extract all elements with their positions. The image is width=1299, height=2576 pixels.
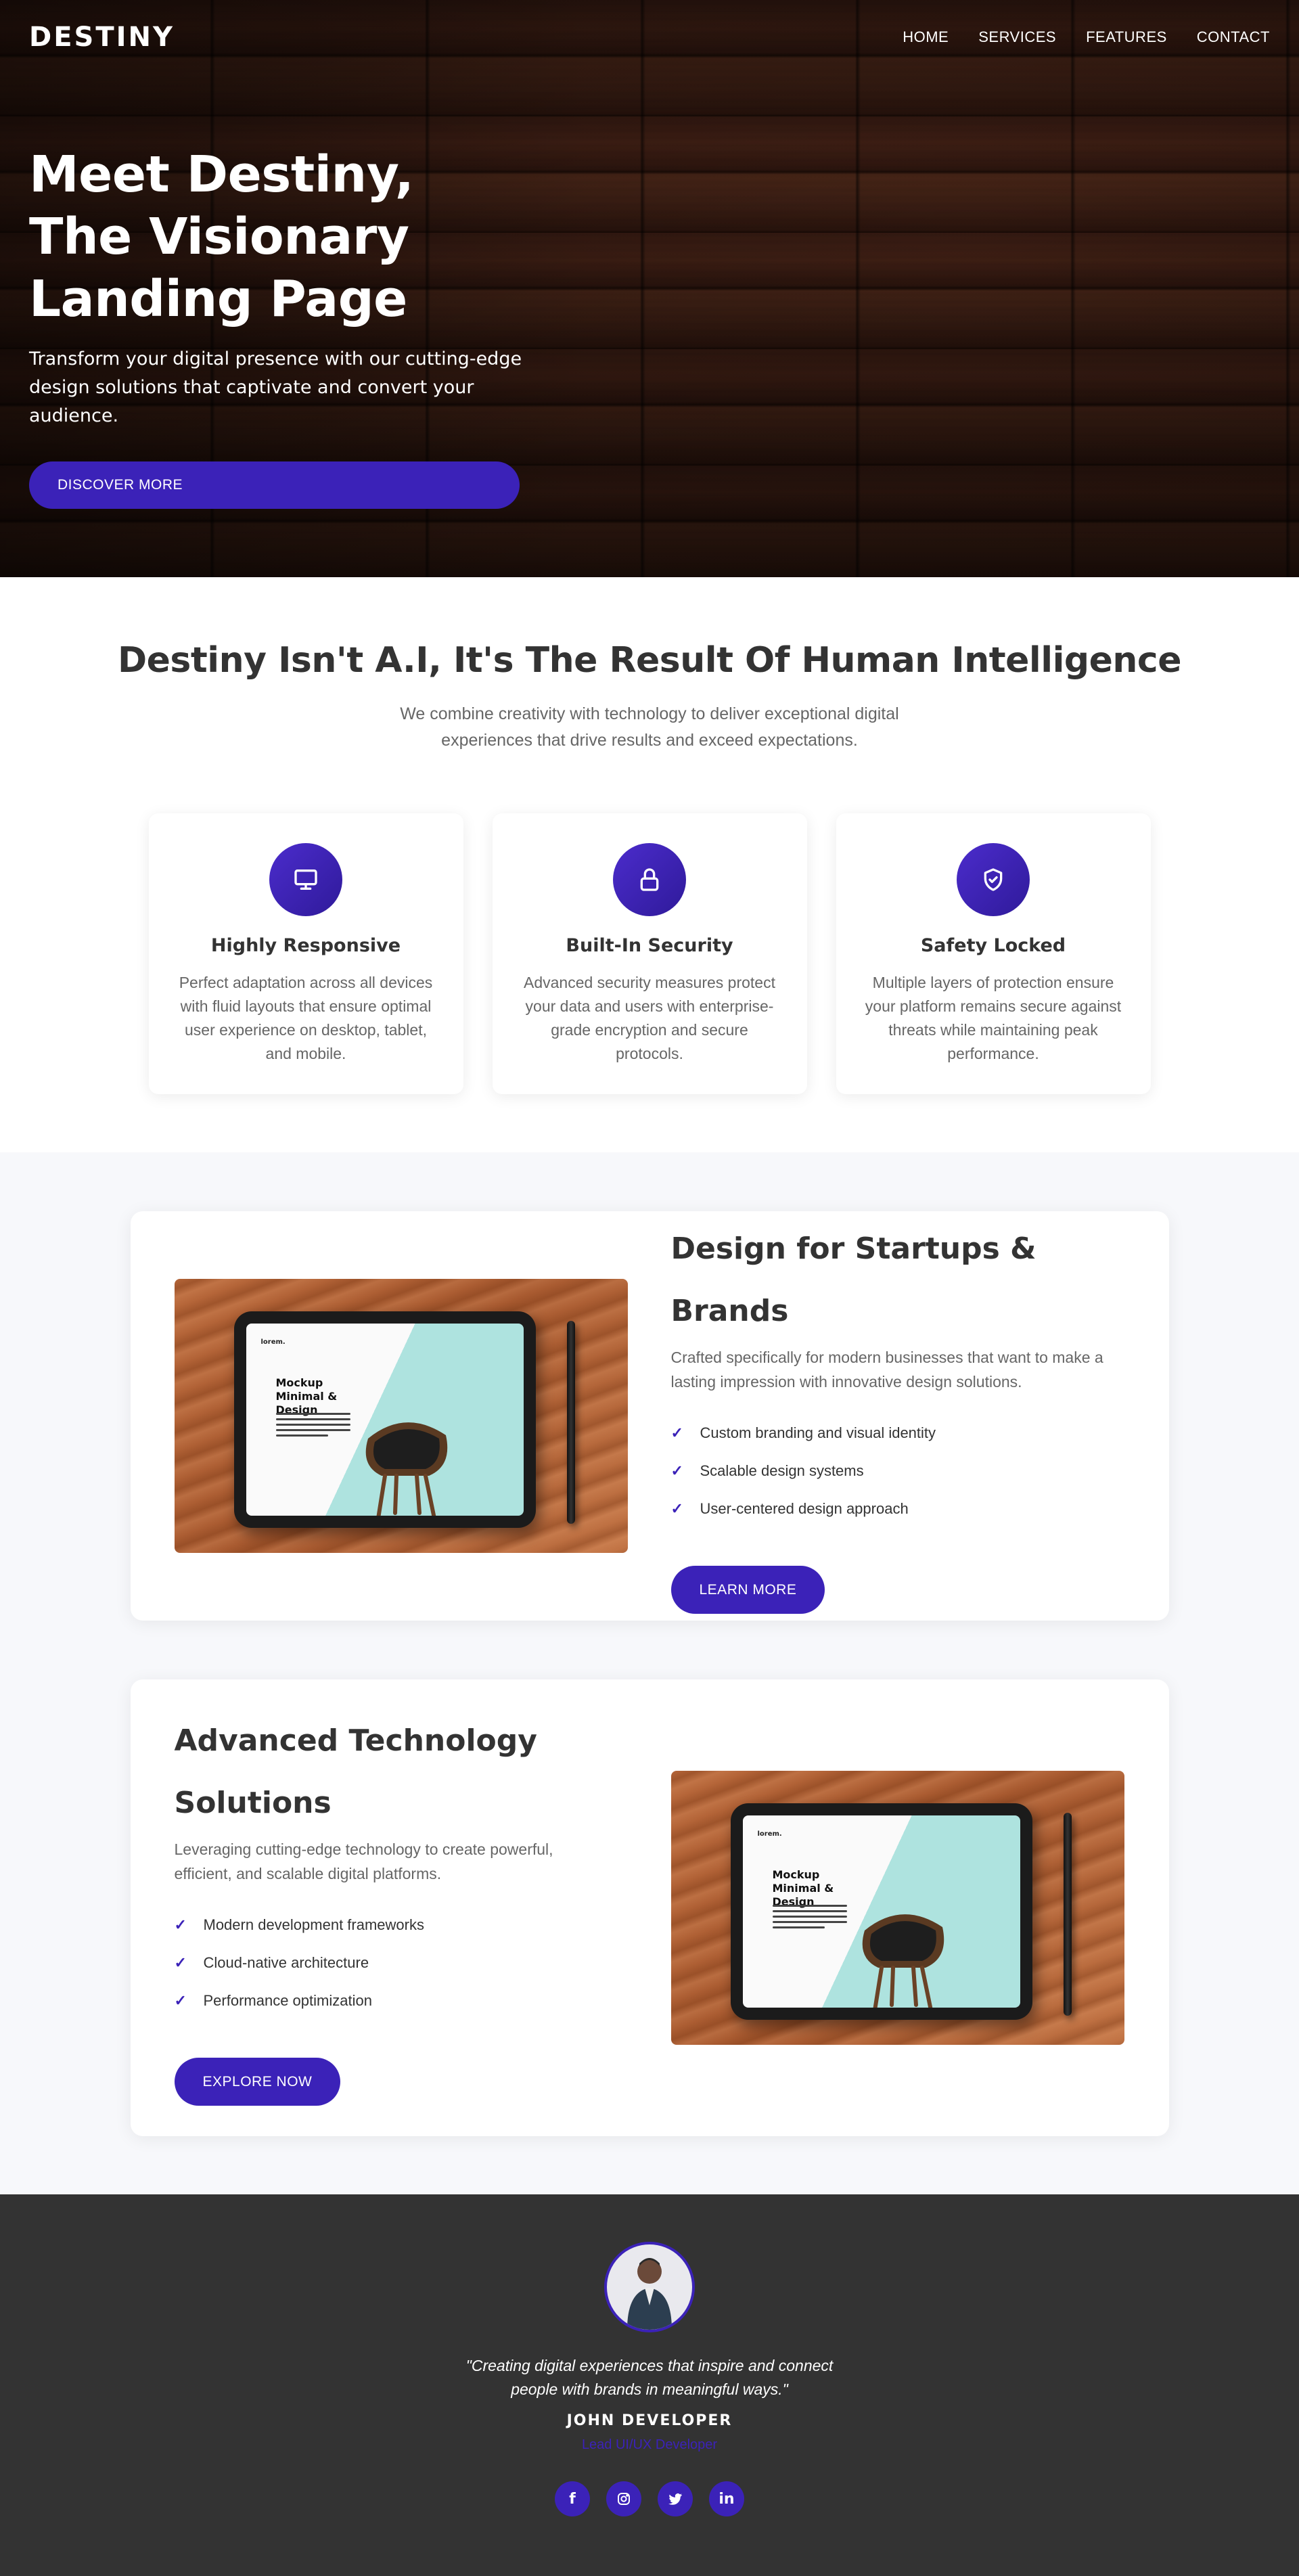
feature-title: Built-In Security [566, 935, 733, 956]
list-item: ✓ Cloud-native architecture [174, 1954, 369, 1971]
tablet-device: lorem. Mockup Minimal & Design [730, 1803, 1032, 2020]
feature-card-security: Built-In Security Advanced security meas… [492, 813, 807, 1094]
list-item: ✓ Performance optimization [174, 1992, 372, 2009]
mockup-text-lines [772, 1905, 847, 1932]
hero-subtitle: Transform your digital presence with our… [29, 348, 522, 426]
list-item: ✓ User-centered design approach [670, 1500, 909, 1517]
tablet-device: lorem. Mockup Minimal & Design [233, 1311, 536, 1528]
stylus-pencil [1063, 1813, 1072, 2016]
monitor-icon [269, 843, 342, 916]
shield-check-icon [957, 843, 1030, 916]
feature-card-safety: Safety Locked Multiple layers of protect… [836, 813, 1151, 1094]
startups-checklist: ✓ Custom branding and visual identity ✓ Sc… [671, 1414, 1124, 1528]
check-icon: ✓ [670, 1500, 683, 1517]
feature-cards: Highly Responsive Perfect adaptation acr… [0, 813, 1299, 1094]
nav-services-link[interactable]: SERVICES [978, 28, 1056, 46]
feature-text: Perfect adaptation across all devices wi… [179, 974, 433, 1062]
intro-text: We combine creativity with technology to… [400, 704, 899, 750]
explore-now-button[interactable]: EXPLORE NOW [174, 2058, 341, 2106]
startups-card: lorem. Mockup Minimal & Design Design fo… [130, 1211, 1169, 1621]
author-role: Lead UI/UX Developer [581, 2437, 718, 2452]
feature-text: Advanced security measures protect your … [523, 974, 775, 1062]
linkedin-icon[interactable]: in [709, 2481, 744, 2516]
intro-section: Destiny Isn't A.I, It's The Result Of Hu… [0, 577, 1299, 1152]
hero-section: DESTINY HOME SERVICES FEATURES CONTACT M… [0, 0, 1299, 577]
check-icon: ✓ [670, 1462, 683, 1479]
facebook-icon[interactable]: f [555, 2481, 590, 2516]
feature-card-responsive: Highly Responsive Perfect adaptation acr… [148, 813, 463, 1094]
feature-title: Highly Responsive [210, 935, 401, 956]
tablet-screen: lorem. Mockup Minimal & Design [246, 1324, 524, 1516]
social-links: f in [0, 2481, 1299, 2516]
startups-title: Design for Startups & Brands [670, 1231, 1036, 1328]
mockup-text-lines [275, 1413, 350, 1440]
chair-illustration [365, 1422, 447, 1516]
list-item: ✓ Scalable design systems [670, 1462, 864, 1479]
feature-title: Safety Locked [920, 935, 1066, 956]
mockup-brand: lorem. [757, 1830, 782, 1838]
check-icon: ✓ [670, 1424, 683, 1441]
twitter-icon[interactable] [658, 2481, 693, 2516]
nav-links: HOME SERVICES FEATURES CONTACT [903, 28, 1270, 46]
startups-text: Design for Startups & Brands Crafted spe… [670, 1218, 1124, 1614]
nav-home-link[interactable]: HOME [903, 28, 949, 46]
footer-section: "Creating digital experiences that inspi… [0, 2194, 1299, 2576]
feature-text: Multiple layers of protection ensure you… [865, 974, 1122, 1062]
tablet-mockup-image: lorem. Mockup Minimal & Design [670, 1771, 1124, 2045]
list-item: ✓ Custom branding and visual identity [670, 1424, 936, 1441]
instagram-icon[interactable] [606, 2481, 641, 2516]
lock-icon [613, 843, 686, 916]
hero-title: Meet Destiny, The Visionary Landing Page [29, 145, 414, 328]
check-icon: ✓ [174, 1954, 187, 1971]
discover-more-button[interactable]: DISCOVER MORE [29, 461, 520, 509]
showcase-section: lorem. Mockup Minimal & Design Design fo… [0, 1152, 1299, 2194]
stylus-pencil [566, 1321, 575, 1524]
avatar [604, 2242, 695, 2332]
site-logo[interactable]: DESTINY [29, 22, 175, 53]
author-name: JOHN DEVELOPER [566, 2412, 733, 2429]
technology-title: Advanced Technology Solutions [174, 1723, 537, 1820]
technology-text: Advanced Technology Solutions Leveraging… [174, 1710, 587, 2106]
check-icon: ✓ [174, 1992, 187, 2009]
list-item: ✓ Modern development frameworks [174, 1916, 424, 1933]
nav-features-link[interactable]: FEATURES [1086, 28, 1167, 46]
startups-description: Crafted specifically for modern business… [670, 1349, 1103, 1391]
hero-content: Meet Destiny, The Visionary Landing Page… [29, 143, 530, 509]
testimonial-quote: "Creating digital experiences that inspi… [465, 2357, 834, 2398]
mockup-brand: lorem. [260, 1338, 286, 1346]
learn-more-button[interactable]: LEARN MORE [670, 1566, 825, 1614]
nav-contact-link[interactable]: CONTACT [1197, 28, 1270, 46]
technology-checklist: ✓ Modern development frameworks ✓ Cloud-na… [175, 1906, 587, 2020]
chair-illustration [862, 1914, 944, 2008]
intro-title: Destiny Isn't A.I, It's The Result Of Hu… [118, 640, 1182, 681]
top-nav: DESTINY HOME SERVICES FEATURES CONTACT [0, 0, 1299, 74]
mockup-title: Mockup Minimal & Design [275, 1376, 338, 1416]
tablet-mockup-image: lorem. Mockup Minimal & Design [174, 1279, 628, 1553]
check-icon: ✓ [174, 1916, 187, 1933]
technology-description: Leveraging cutting-edge technology to cr… [174, 1840, 553, 1882]
tablet-screen: lorem. Mockup Minimal & Design [742, 1815, 1020, 2008]
technology-card: Advanced Technology Solutions Leveraging… [130, 1679, 1169, 2136]
mockup-title: Mockup Minimal & Design [772, 1868, 834, 1908]
